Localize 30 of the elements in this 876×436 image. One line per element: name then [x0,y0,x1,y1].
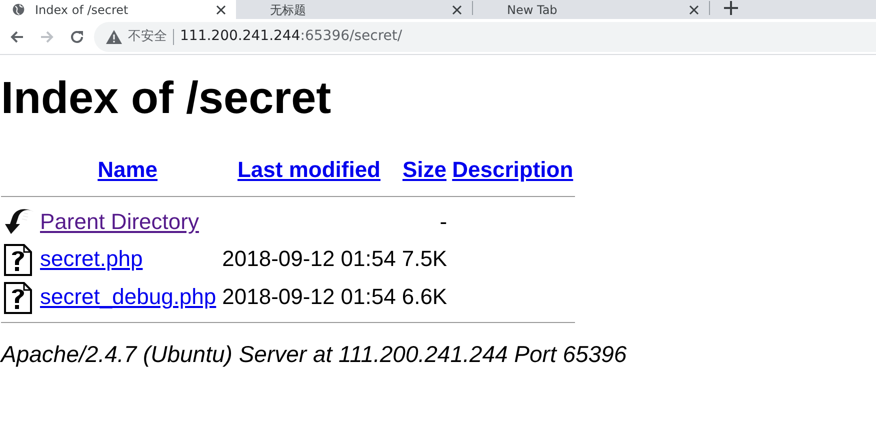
column-sort-link[interactable]: Name [98,156,158,182]
address-bar[interactable]: 不安全 111.200.241.244:65396/secret/ [94,22,876,52]
file-link[interactable]: Parent Directory [40,208,199,234]
file-size: 7.5K [402,246,448,272]
unknown-file-icon [4,282,32,314]
page-heading: Index of /secret [1,73,332,122]
browser-tab[interactable]: Index of /secret [0,0,236,19]
modified-date: 2018-09-12 01:54 [222,246,396,272]
close-tab-icon[interactable] [216,2,226,16]
reload-icon [69,28,85,44]
browser-tab[interactable]: 无标题 [236,0,472,19]
browser-tab[interactable]: New Tab [473,0,709,19]
unknown-file-icon [4,244,32,276]
server-signature: Apache/2.4.7 (Ubuntu) Server at 111.200.241.244 Port 65396 [1,340,628,370]
file-link[interactable]: secret.php [40,246,143,272]
column-sort-link[interactable]: Size [402,156,446,182]
close-tab-icon[interactable] [452,2,462,16]
security-label: 不安全 [128,28,167,46]
back-icon [9,28,25,44]
forward-icon [39,28,55,44]
column-sort-link[interactable]: Description [452,156,574,182]
file-link[interactable]: secret_debug.php [40,284,216,310]
globe-icon [12,3,25,16]
warning-icon [106,30,122,44]
column-sort-link[interactable]: Last modified [237,156,380,182]
modified-date: 2018-09-12 01:54 [222,284,396,310]
url-text: 111.200.241.244:65396/secret/ [180,27,402,46]
close-tab-icon[interactable] [689,2,699,16]
file-size: - [440,208,448,234]
file-size: 6.6K [402,284,448,310]
